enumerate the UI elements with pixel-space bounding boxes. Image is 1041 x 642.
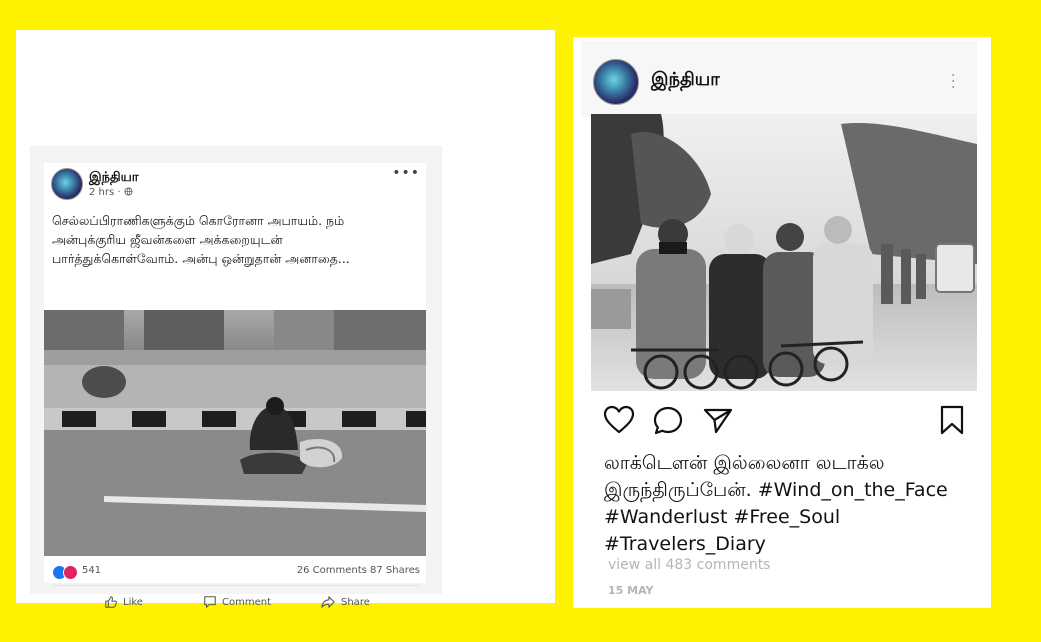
- post-time: 2 hrs ·: [89, 187, 124, 198]
- like-label: Like: [123, 596, 143, 608]
- more-dots-icon[interactable]: •••: [392, 165, 420, 181]
- thumbs-up-icon: [105, 596, 117, 608]
- bookmark-icon[interactable]: [939, 405, 965, 435]
- facebook-post-card: இந்தியா 2 hrs · ••• செல்லப்பிராணிகளுக்கு…: [44, 163, 426, 608]
- post-caption: லாக்டௌன் இல்லைனா லடாக்ல இருந்திருப்பேன்.…: [604, 450, 974, 558]
- post-author-name[interactable]: இந்தியா: [651, 69, 720, 92]
- post-date: 15 MAY: [608, 584, 654, 597]
- facebook-post-panel: இந்தியா 2 hrs · ••• செல்லப்பிராணிகளுக்கு…: [16, 30, 555, 608]
- heart-icon[interactable]: [603, 405, 635, 435]
- share-label: Share: [341, 596, 370, 608]
- caption-line[interactable]: #Wanderlust #Free_Soul: [604, 504, 974, 531]
- vertical-dots-icon[interactable]: · · ·: [951, 69, 955, 95]
- globe-icon: [124, 187, 133, 196]
- post-timestamp: 2 hrs ·: [89, 187, 133, 198]
- post-photo[interactable]: [591, 114, 977, 391]
- caption-line: லாக்டௌன் இல்லைனா லடாக்ல: [604, 452, 885, 474]
- avatar[interactable]: [593, 59, 639, 105]
- divider: [52, 585, 420, 586]
- comments-shares-count[interactable]: 26 Comments 87 Shares: [297, 565, 420, 576]
- post-actions-bar: [603, 405, 968, 437]
- share-arrow-icon: [321, 596, 335, 608]
- instagram-post-header: [581, 41, 977, 117]
- post-photo-image: [44, 310, 426, 556]
- caption-line[interactable]: #Travelers_Diary: [604, 531, 974, 558]
- comment-bubble-icon[interactable]: [652, 405, 684, 435]
- post-photo[interactable]: [44, 310, 426, 556]
- like-button[interactable]: Like: [104, 595, 143, 609]
- post-text: செல்லப்பிராணிகளுக்கும் கொரோனா அபாயம். நம…: [52, 213, 350, 266]
- reaction-icons[interactable]: [52, 565, 82, 580]
- view-all-comments-link[interactable]: view all 483 comments: [608, 557, 770, 573]
- love-reaction-icon: [63, 565, 78, 580]
- caption-line[interactable]: இருந்திருப்பேன். #Wind_on_the_Face: [604, 477, 974, 504]
- post-author-name[interactable]: இந்தியா: [89, 170, 139, 186]
- comment-label: Comment: [222, 596, 271, 608]
- comment-icon: [204, 596, 216, 608]
- reaction-count[interactable]: 541: [82, 565, 101, 576]
- share-button[interactable]: Share: [320, 595, 370, 609]
- comment-button[interactable]: Comment: [203, 595, 271, 609]
- avatar[interactable]: [51, 168, 83, 200]
- instagram-post-panel: இந்தியா · · · லாக்டௌன் இல்லைனா லடாக்ல இர…: [573, 37, 991, 608]
- send-icon[interactable]: [702, 405, 734, 435]
- post-photo-image: [591, 114, 977, 391]
- post-actions-bar: Like Comment Share: [44, 595, 426, 615]
